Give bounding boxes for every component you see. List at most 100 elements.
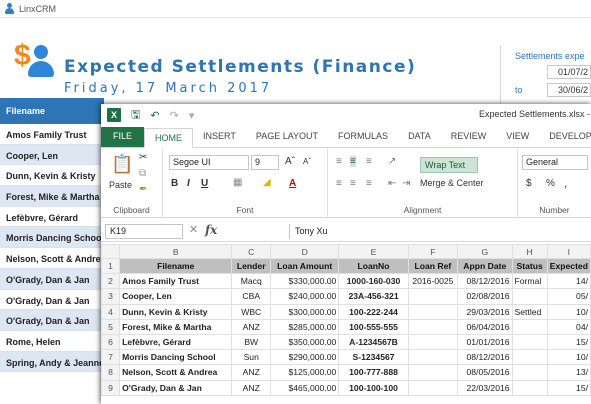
cell[interactable]: 2016-0025	[407, 273, 459, 290]
cell[interactable]: $125,000.00	[270, 364, 340, 381]
align-top-icon[interactable]: ≡	[336, 156, 342, 167]
cell[interactable]: 01/01/2016	[457, 333, 513, 351]
grid-row[interactable]: O'Grady, Dan & Jan	[0, 310, 104, 331]
cell[interactable]: $350,000.00	[270, 333, 340, 351]
undo-icon[interactable]: ↶	[150, 109, 159, 122]
grid-header-filename[interactable]: Filename	[0, 98, 104, 124]
to-date-field[interactable]	[547, 83, 591, 97]
outdent-icon[interactable]: ⇥	[402, 178, 410, 189]
cell[interactable]: S-1234567	[338, 349, 409, 366]
column-header[interactable]: G	[457, 244, 513, 259]
align-middle-icon[interactable]: ≡	[350, 156, 356, 167]
cell[interactable]: 15/	[546, 379, 591, 396]
cell[interactable]	[511, 333, 548, 351]
customize-qat-icon[interactable]: ▾	[189, 109, 195, 122]
cut-icon[interactable]: ✂	[139, 152, 147, 163]
indent-icon[interactable]: ⇤	[388, 178, 396, 189]
tab-file[interactable]: FILE	[101, 127, 145, 147]
cell[interactable]: $290,000.00	[270, 349, 340, 366]
cell[interactable]: Sun	[231, 349, 272, 366]
row-header[interactable]: 9	[101, 379, 121, 396]
align-left-icon[interactable]: ≡	[336, 178, 342, 189]
cell[interactable]: 23A-456-321	[338, 288, 409, 305]
grid-row[interactable]: Dunn, Kevin & Kristy	[0, 165, 104, 187]
cell[interactable]	[511, 349, 548, 366]
increase-font-icon[interactable]: Aˆ	[285, 156, 295, 167]
row-header[interactable]: 1	[101, 257, 121, 275]
row-header[interactable]: 7	[101, 349, 121, 366]
merge-center-button[interactable]: Merge & Center	[420, 178, 484, 188]
align-right-icon[interactable]: ≡	[366, 178, 372, 189]
cell[interactable]: $465,000.00	[270, 379, 340, 396]
cell[interactable]: Amos Family Trust	[119, 273, 233, 290]
cell[interactable]: ANZ	[231, 364, 272, 381]
grid-row[interactable]: Nelson, Scott & Andrea	[0, 248, 104, 269]
orientation-icon[interactable]: ↗	[388, 156, 396, 167]
cell[interactable]: Forest, Mike & Martha	[119, 318, 233, 335]
cell[interactable]	[407, 288, 459, 305]
cell[interactable]: Macq	[231, 273, 272, 290]
row-header[interactable]: 6	[101, 333, 121, 351]
header-cell[interactable]: LoanNo	[338, 257, 409, 275]
number-format-select[interactable]: General	[522, 155, 588, 170]
cell[interactable]	[407, 379, 459, 396]
tab-developer[interactable]: DEVELOPER	[539, 127, 591, 147]
cell[interactable]: A-1234567B	[338, 333, 409, 351]
grid-row[interactable]: Morris Dancing School	[0, 227, 104, 249]
paste-button[interactable]: Paste	[109, 180, 132, 190]
font-color-icon[interactable]: A	[289, 178, 296, 189]
cell[interactable]	[407, 318, 459, 335]
cell[interactable]: 29/03/2016	[457, 303, 513, 320]
column-header[interactable]: E	[338, 244, 409, 259]
cancel-formula-icon[interactable]: ✕	[189, 223, 198, 236]
corner-cell[interactable]	[101, 244, 121, 259]
tab-insert[interactable]: INSERT	[193, 127, 246, 147]
cell[interactable]	[407, 333, 459, 351]
grid-row[interactable]: Cooper, Len	[0, 144, 104, 166]
row-header[interactable]: 4	[101, 303, 121, 320]
underline-icon[interactable]: U	[201, 178, 208, 189]
tab-home[interactable]: HOME	[144, 128, 194, 148]
cell[interactable]: CBA	[231, 288, 272, 305]
cell[interactable]: 13/	[546, 364, 591, 381]
grid-row[interactable]: O'Grady, Dan & Jan	[0, 290, 104, 311]
cell[interactable]: 15/	[546, 333, 591, 351]
cell[interactable]: 08/12/2016	[457, 349, 513, 366]
from-date-field[interactable]	[547, 65, 591, 79]
save-icon[interactable]: 🖫	[131, 106, 140, 125]
cell[interactable]	[407, 349, 459, 366]
format-painter-icon[interactable]: ✒	[139, 184, 147, 195]
grid-row[interactable]: O'Grady, Dan & Jan	[0, 268, 104, 290]
cell[interactable]: Dunn, Kevin & Kristy	[119, 303, 233, 320]
borders-icon[interactable]: ▦	[233, 177, 242, 188]
row-header[interactable]: 8	[101, 364, 121, 381]
cell[interactable]: 100-100-100	[338, 379, 409, 396]
cell[interactable]: 02/08/2016	[457, 288, 513, 305]
cell[interactable]	[511, 364, 548, 381]
formula-input[interactable]: Tony Xu	[289, 224, 589, 239]
cell[interactable]: 22/03/2016	[457, 379, 513, 396]
header-cell[interactable]: Expected	[546, 257, 591, 275]
name-box[interactable]: K19	[105, 224, 183, 239]
header-cell[interactable]: Filename	[119, 257, 233, 275]
grid-row[interactable]: Amos Family Trust	[0, 124, 104, 145]
cell[interactable]: 10/	[546, 303, 591, 320]
cell[interactable]	[511, 379, 548, 396]
align-center-icon[interactable]: ≡	[350, 178, 356, 189]
column-header[interactable]: B	[119, 244, 233, 259]
align-bottom-icon[interactable]: ≡	[366, 156, 372, 167]
tab-review[interactable]: REVIEW	[441, 127, 497, 147]
cell[interactable]: Settled	[511, 303, 548, 320]
cell[interactable]	[407, 303, 459, 320]
cell[interactable]: 1000-160-030	[338, 273, 409, 290]
decrease-font-icon[interactable]: Aˇ	[303, 157, 311, 166]
cell[interactable]: Cooper, Len	[119, 288, 233, 305]
header-cell[interactable]: Appn Date	[457, 257, 513, 275]
grid-row[interactable]: Forest, Mike & Martha	[0, 186, 104, 207]
cell[interactable]: BW	[231, 333, 272, 351]
header-cell[interactable]: Loan Ref	[407, 257, 459, 275]
font-name-select[interactable]: Segoe UI	[169, 155, 249, 170]
cell[interactable]: Formal	[511, 273, 548, 290]
cell[interactable]: 08/05/2016	[457, 364, 513, 381]
cell[interactable]: 100-555-555	[338, 318, 409, 335]
